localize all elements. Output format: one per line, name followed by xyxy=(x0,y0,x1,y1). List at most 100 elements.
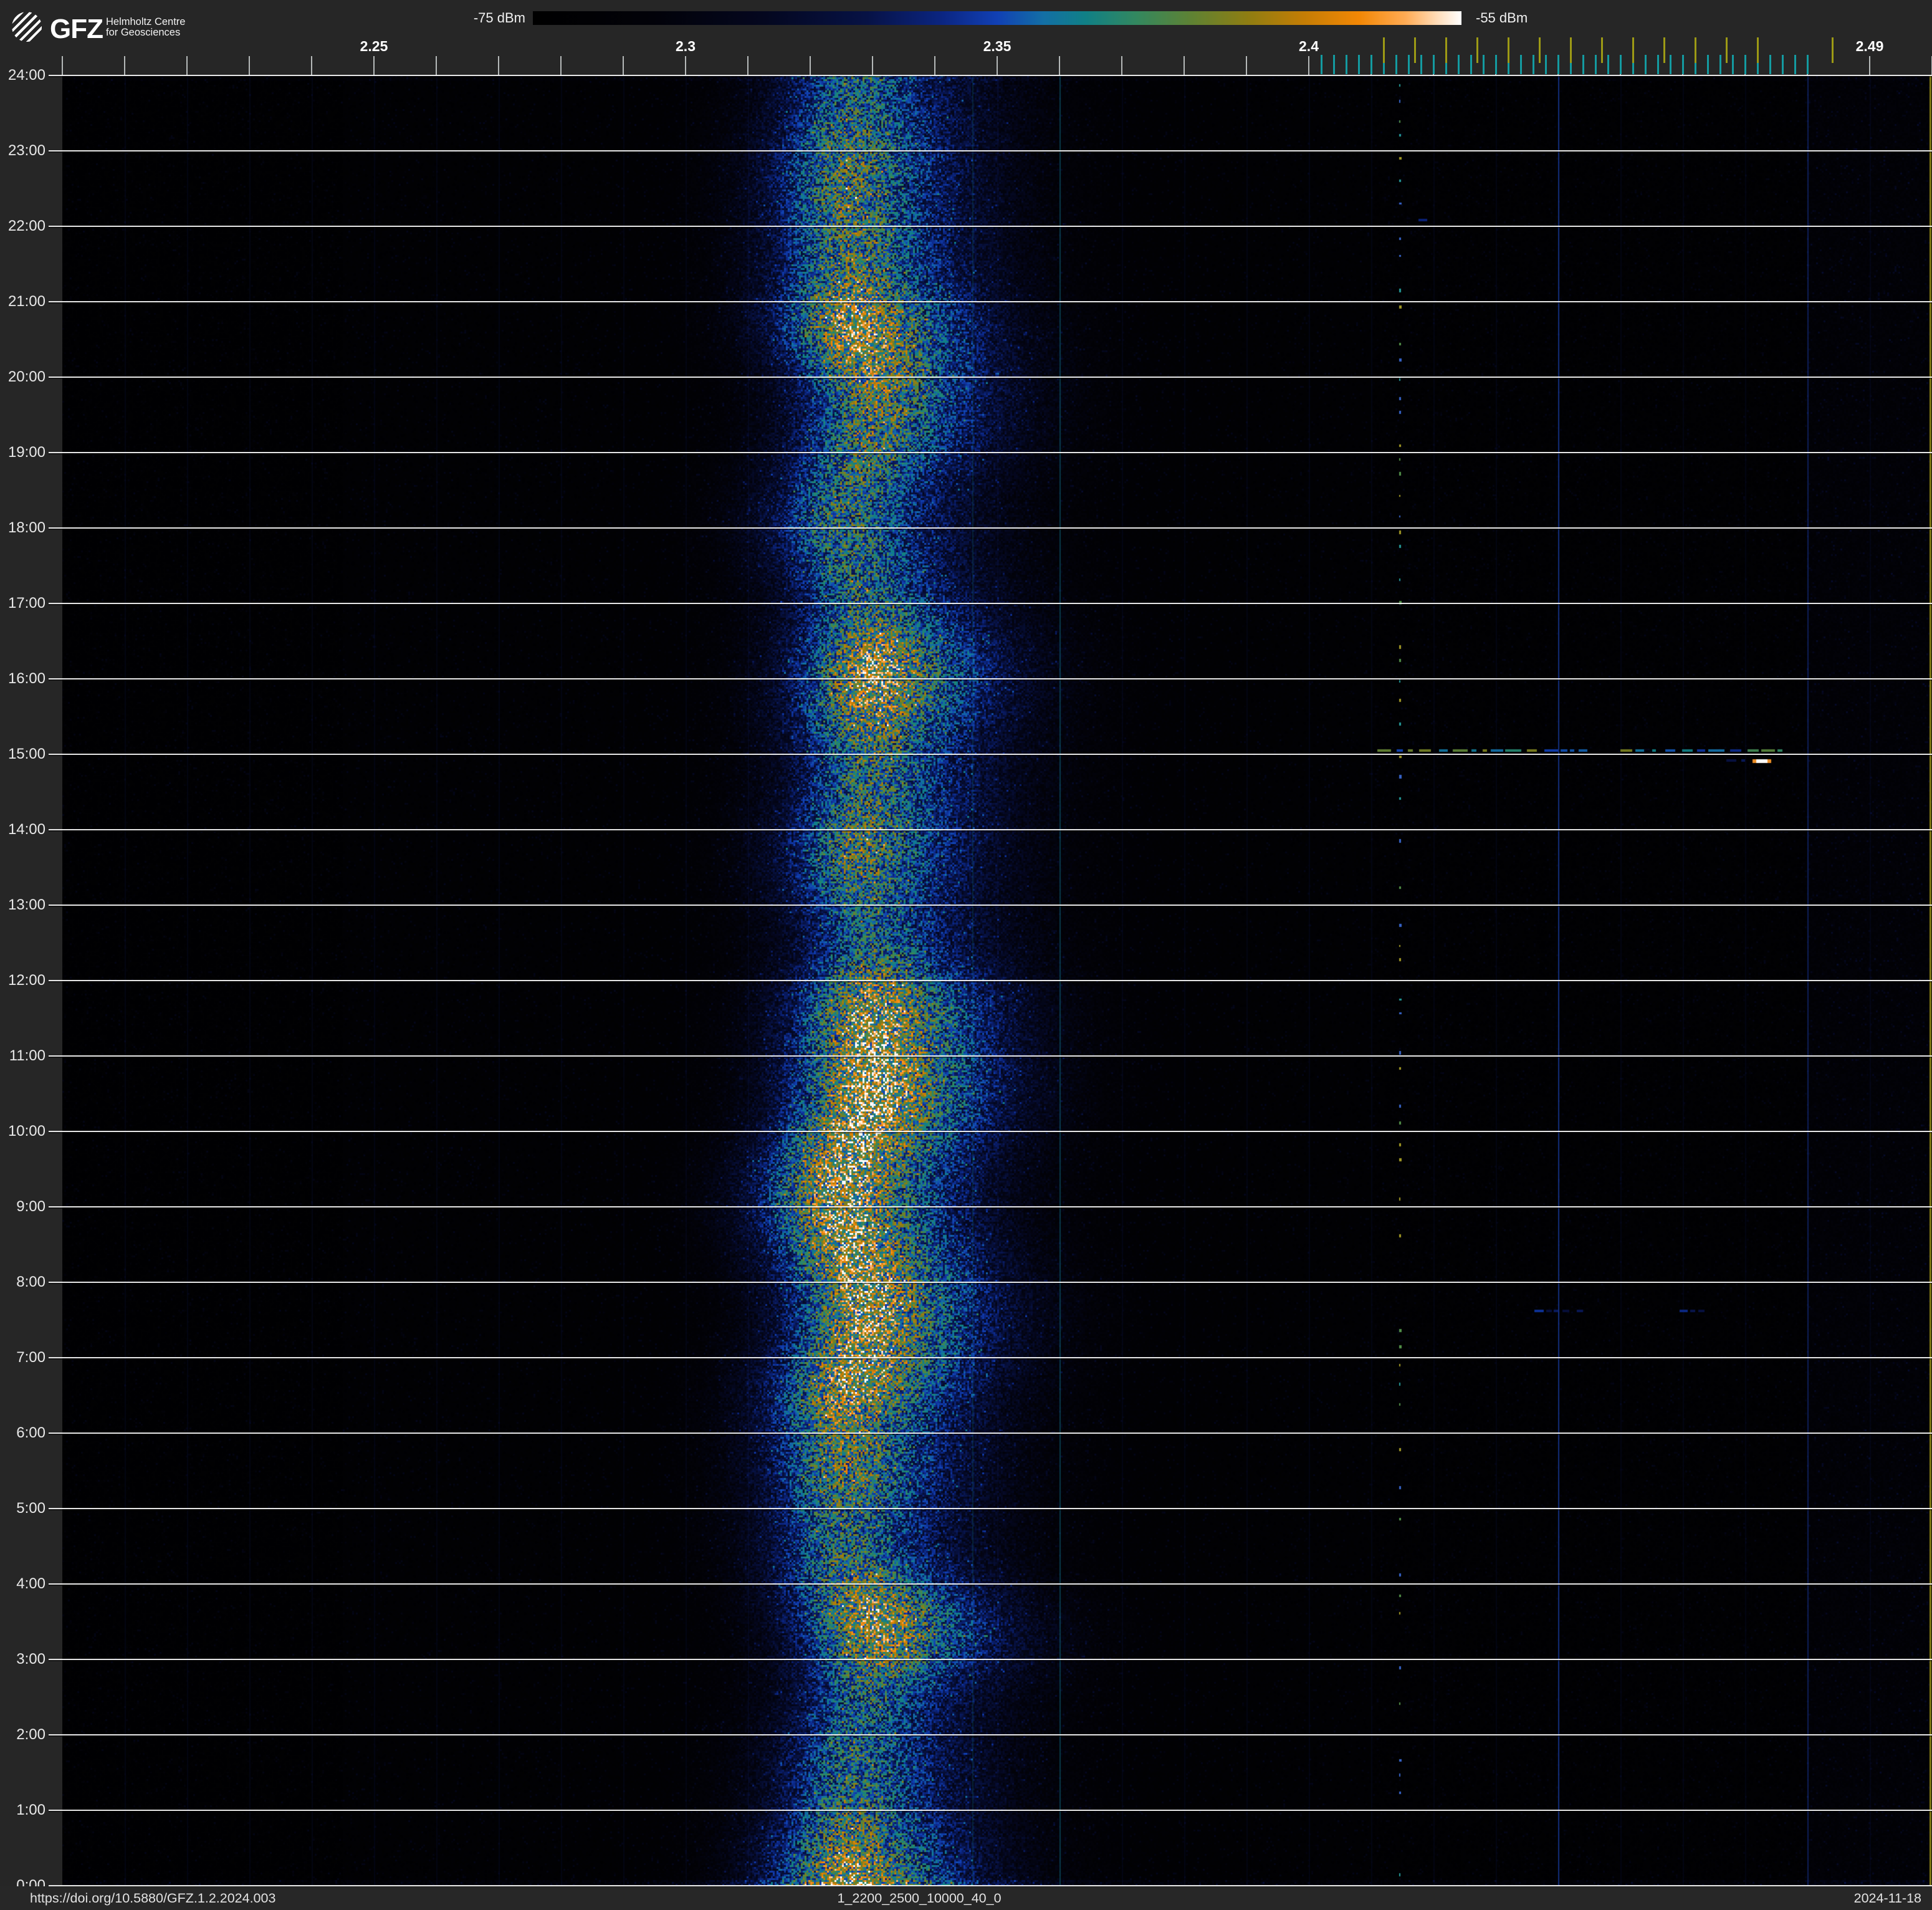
bluetooth-channel-tick xyxy=(1582,55,1584,74)
colorbar-max-label: -55 dBm xyxy=(1476,10,1528,26)
logo-tagline-line2: for Geosciences xyxy=(106,27,181,38)
hour-gridline xyxy=(49,1659,1932,1660)
wifi-channel-tick xyxy=(1508,37,1509,63)
bluetooth-channel-tick xyxy=(1533,55,1534,74)
frequency-tick-label: 2.25 xyxy=(360,38,388,54)
hour-gridline xyxy=(49,603,1932,604)
bluetooth-channel-tick xyxy=(1458,55,1460,74)
bluetooth-channel-tick xyxy=(1607,55,1609,74)
wifi-channel-tick xyxy=(1726,37,1728,63)
wifi-channel-tick xyxy=(1663,37,1665,63)
frequency-minor-tick xyxy=(747,56,748,75)
spectrogram-page: GFZ Helmholtz Centre for Geosciences -75… xyxy=(0,0,1932,1910)
bluetooth-channel-tick xyxy=(1744,55,1746,74)
frequency-minor-tick xyxy=(1246,56,1247,75)
hour-label: 15:00 xyxy=(7,746,45,762)
bluetooth-channel-tick xyxy=(1346,55,1347,74)
bluetooth-channel-tick xyxy=(1670,55,1671,74)
hour-gridline xyxy=(49,678,1932,679)
frequency-minor-tick xyxy=(1869,56,1870,75)
hour-label: 23:00 xyxy=(7,142,45,159)
logo-acronym: GFZ xyxy=(50,14,103,44)
hour-gridline xyxy=(49,1357,1932,1358)
frequency-minor-tick xyxy=(997,56,998,75)
wifi-channel-tick xyxy=(1832,37,1834,63)
hour-gridline xyxy=(49,377,1932,378)
hour-label: 22:00 xyxy=(7,218,45,234)
bluetooth-channel-tick xyxy=(1333,55,1335,74)
frequency-minor-tick xyxy=(498,56,499,75)
hour-label: 21:00 xyxy=(7,293,45,310)
bluetooth-channel-tick xyxy=(1807,55,1809,74)
hour-label: 16:00 xyxy=(7,670,45,687)
hour-label: 2:00 xyxy=(16,1726,45,1743)
bluetooth-channel-tick xyxy=(1545,55,1547,74)
frequency-minor-tick xyxy=(1059,56,1060,75)
frequency-minor-tick xyxy=(186,56,188,75)
hour-label: 6:00 xyxy=(16,1424,45,1441)
frequency-minor-tick xyxy=(1184,56,1185,75)
date-label: 2024-11-18 xyxy=(1853,1891,1921,1906)
bluetooth-channel-tick xyxy=(1794,55,1796,74)
hour-gridline xyxy=(49,829,1932,830)
hour-gridline xyxy=(49,226,1932,227)
hour-label: 17:00 xyxy=(7,595,45,612)
bluetooth-channel-tick xyxy=(1645,55,1647,74)
hour-label: 14:00 xyxy=(7,821,45,838)
bluetooth-channel-tick xyxy=(1769,55,1771,74)
wifi-channel-tick xyxy=(1757,37,1759,63)
hour-label: 9:00 xyxy=(16,1198,45,1215)
colorbar-min-label: -75 dBm xyxy=(473,10,525,26)
frequency-minor-tick xyxy=(1308,56,1309,75)
hour-gridline xyxy=(49,1734,1932,1735)
hour-label: 19:00 xyxy=(7,444,45,461)
bluetooth-channel-tick xyxy=(1321,55,1322,74)
hour-gridline xyxy=(49,1131,1932,1132)
hour-gridline xyxy=(49,452,1932,453)
doi-link[interactable]: https://doi.org/10.5880/GFZ.1.2.2024.003 xyxy=(30,1889,275,1907)
bluetooth-channel-tick xyxy=(1433,55,1435,74)
hour-label: 1:00 xyxy=(16,1802,45,1818)
bluetooth-channel-tick xyxy=(1483,55,1485,74)
hour-gridline xyxy=(49,1508,1932,1509)
frequency-minor-tick xyxy=(685,56,686,75)
frequency-minor-tick xyxy=(124,56,125,75)
wifi-channel-tick xyxy=(1632,37,1634,63)
hour-label: 4:00 xyxy=(16,1575,45,1592)
frequency-minor-tick xyxy=(1121,56,1122,75)
wifi-channel-tick xyxy=(1445,37,1447,63)
hour-gridline xyxy=(49,754,1932,755)
wifi-channel-tick xyxy=(1476,37,1478,63)
bluetooth-channel-tick xyxy=(1495,55,1497,74)
frequency-minor-tick xyxy=(934,56,935,75)
hour-label: 24:00 xyxy=(7,67,45,84)
hour-gridline xyxy=(49,1432,1932,1434)
hour-label: 5:00 xyxy=(16,1500,45,1517)
frequency-minor-tick xyxy=(872,56,873,75)
hour-label: 7:00 xyxy=(16,1349,45,1366)
frequency-tick-label: 2.4 xyxy=(1299,38,1319,54)
hour-gridline xyxy=(49,980,1932,981)
frequency-minor-tick xyxy=(560,56,562,75)
colorbar-gradient xyxy=(533,11,1461,25)
hour-gridline xyxy=(49,150,1932,151)
hour-gridline xyxy=(49,1583,1932,1585)
frequency-minor-tick xyxy=(311,56,312,75)
frequency-tick-label: 2.3 xyxy=(676,38,696,54)
bluetooth-channel-tick xyxy=(1719,55,1721,74)
wifi-channel-tick xyxy=(1414,37,1416,63)
bluetooth-channel-tick xyxy=(1682,55,1684,74)
frequency-minor-tick xyxy=(436,56,437,75)
hour-label: 10:00 xyxy=(7,1123,45,1140)
hour-label: 11:00 xyxy=(9,1047,45,1064)
hour-label: 18:00 xyxy=(7,519,45,536)
wifi-channel-tick xyxy=(1695,37,1696,63)
dataset-filename: 1_2200_2500_10000_40_0 xyxy=(837,1891,1002,1906)
frequency-minor-tick xyxy=(62,56,63,75)
footer-bar: https://doi.org/10.5880/GFZ.1.2.2024.003… xyxy=(0,1886,1932,1910)
hour-gridline xyxy=(49,1055,1932,1057)
frequency-tick-label: 2.35 xyxy=(983,38,1011,54)
hour-gridline xyxy=(49,1282,1932,1283)
wifi-channel-tick xyxy=(1539,37,1541,63)
wifi-channel-tick xyxy=(1601,37,1603,63)
